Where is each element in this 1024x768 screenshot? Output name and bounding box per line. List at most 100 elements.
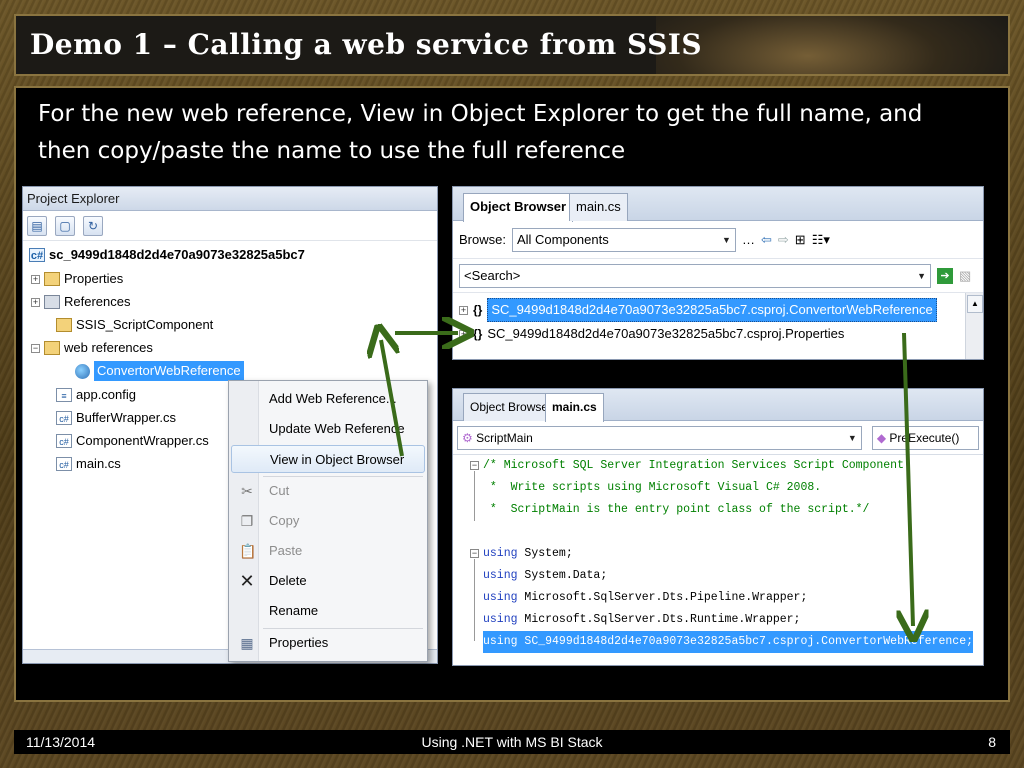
code-line: using System.Data; <box>483 565 607 587</box>
folder-icon <box>56 318 72 332</box>
context-menu: Add Web Reference... Update Web Referenc… <box>228 380 428 662</box>
tree-item-label: Properties <box>64 271 124 286</box>
class-select[interactable]: ⚙ ScriptMain ▼ <box>457 425 862 450</box>
menu-item-delete[interactable]: ✕ Delete <box>231 567 425 595</box>
search-go-icon[interactable]: ➔ <box>937 267 953 284</box>
method-icon: ◆ <box>876 430 887 445</box>
tree-item-componentwrapper[interactable]: c# ComponentWrapper.cs <box>56 431 209 451</box>
slide-content: For the new web reference, View in Objec… <box>14 86 1010 702</box>
code-keyword: using <box>483 613 518 626</box>
code-comment: * Write scripts using Microsoft Visual C… <box>483 481 822 494</box>
menu-item-paste[interactable]: 📋 Paste <box>231 537 425 565</box>
slide-title: Demo 1 – Calling a web service from SSIS <box>30 28 703 61</box>
search-input[interactable]: <Search> ▼ <box>459 263 931 288</box>
menu-item-copy[interactable]: ❐ Copy <box>231 507 425 535</box>
expand-icon[interactable]: + <box>459 305 468 315</box>
tree-item-web-references[interactable]: − web references <box>31 338 153 358</box>
tree-item-references[interactable]: + References <box>31 292 130 312</box>
back-arrow-icon[interactable]: ⇦ <box>761 232 772 248</box>
tree-item-label-selected: ConvertorWebReference <box>94 361 244 381</box>
tree-item-label: SSIS_ScriptComponent <box>76 317 214 332</box>
menu-item-properties[interactable]: ▦ Properties <box>231 629 425 657</box>
member-select[interactable]: ◆ PreExecute() <box>871 425 979 450</box>
code-keyword: using <box>483 591 518 604</box>
tab-object-browser[interactable]: Object Browser <box>463 193 574 222</box>
show-all-files-icon[interactable]: ▤ <box>27 216 47 236</box>
browse-scope-value: All Components <box>516 231 609 247</box>
scroll-up-icon[interactable]: ▲ <box>967 295 983 313</box>
code-text: System.Data; <box>517 569 608 582</box>
tree-item-app-config[interactable]: ≡ app.config <box>56 385 136 405</box>
editor-tabs: Object Browser main.cs <box>453 389 983 422</box>
tree-item-properties[interactable]: + Properties <box>31 269 123 289</box>
menu-item-update-web-reference[interactable]: Update Web Reference <box>231 415 425 443</box>
properties-icon[interactable]: ▢ <box>55 216 75 236</box>
code-text: Microsoft.SqlServer.Dts.Pipeline.Wrapper… <box>517 591 808 604</box>
browse-label: Browse: <box>459 232 506 247</box>
list-item-label: SC_9499d1848d2d4e70a9073e32825a5bc7.cspr… <box>487 326 845 341</box>
tree-item-label: BufferWrapper.cs <box>76 410 176 425</box>
forward-arrow-icon[interactable]: ⇨ <box>778 232 789 248</box>
tab-main-cs[interactable]: main.cs <box>545 393 604 422</box>
search-value: <Search> <box>464 267 521 283</box>
class-icon: ⚙ <box>462 430 473 445</box>
delete-x-icon: ✕ <box>239 571 255 591</box>
csharp-project-icon: c# <box>29 248 45 262</box>
code-line: * Write scripts using Microsoft Visual C… <box>483 477 821 499</box>
slide-title-bar: Demo 1 – Calling a web service from SSIS <box>14 14 1010 76</box>
collapse-region-icon[interactable]: − <box>470 461 479 470</box>
fold-guide <box>474 559 475 641</box>
member-select-value: PreExecute() <box>889 430 960 445</box>
menu-item-view-in-object-browser[interactable]: View in Object Browser <box>231 445 425 473</box>
csharp-file-icon: c# <box>56 411 72 425</box>
menu-item-cut[interactable]: ✂ Cut <box>231 477 425 505</box>
tree-item-ssis-scriptcomponent[interactable]: SSIS_ScriptComponent <box>56 315 213 335</box>
ellipsis-button[interactable]: … <box>742 232 755 247</box>
menu-item-label: Add Web Reference... <box>269 391 397 406</box>
clear-search-icon[interactable]: ▧ <box>959 268 971 284</box>
expand-icon[interactable]: + <box>31 274 40 284</box>
tree-item-project[interactable]: c# sc_9499d1848d2d4e70a9073e32825a5bc7 <box>29 245 305 265</box>
expand-icon[interactable]: + <box>459 329 468 339</box>
web-reference-globe-icon <box>75 363 90 379</box>
code-editor-panel: Object Browser main.cs ⚙ ScriptMain ▼ ◆ … <box>452 388 984 666</box>
settings-list-icon[interactable]: ☷▾ <box>812 232 830 248</box>
footer-title: Using .NET with MS BI Stack <box>421 734 603 750</box>
add-reference-icon[interactable]: ⊞ <box>795 232 806 248</box>
class-select-value: ScriptMain <box>476 430 533 445</box>
chevron-down-icon: ▼ <box>847 432 857 443</box>
tree-item-convertorwebreference[interactable]: ConvertorWebReference <box>75 361 244 381</box>
object-browser-list: + {} SC_9499d1848d2d4e70a9073e32825a5bc7… <box>453 293 983 359</box>
refresh-icon[interactable]: ↻ <box>83 216 103 236</box>
menu-item-label: Delete <box>269 573 307 588</box>
menu-item-label: Properties <box>269 635 329 650</box>
code-comment: * ScriptMain is the entry point class of… <box>483 503 870 516</box>
config-file-icon: ≡ <box>56 388 72 402</box>
intro-text: For the new web reference, View in Objec… <box>38 101 923 164</box>
code-text: System; <box>517 547 573 560</box>
copy-icon: ❐ <box>240 513 254 529</box>
list-item-convertorwebreference[interactable]: + {} SC_9499d1848d2d4e70a9073e32825a5bc7… <box>459 298 937 322</box>
expand-icon[interactable]: + <box>31 297 40 307</box>
tab-main-cs[interactable]: main.cs <box>569 193 628 221</box>
menu-item-label: Cut <box>269 483 290 498</box>
search-bar: <Search> ▼ ➔ ▧ <box>453 259 983 293</box>
menu-item-rename[interactable]: Rename <box>231 597 425 625</box>
tree-item-main-cs[interactable]: c# main.cs <box>56 454 121 474</box>
vertical-scrollbar[interactable]: ▲ <box>965 293 983 359</box>
menu-item-add-web-reference[interactable]: Add Web Reference... <box>231 385 425 413</box>
collapse-region-icon[interactable]: − <box>470 549 479 558</box>
chevron-down-icon: ▼ <box>722 234 731 245</box>
project-name: sc_9499d1848d2d4e70a9073e32825a5bc7 <box>49 247 305 262</box>
chevron-down-icon: ▼ <box>917 270 926 281</box>
browse-bar: Browse: All Components ▼ … ⇦ ⇨ ⊞ ☷▾ <box>453 221 983 259</box>
tree-item-bufferwrapper[interactable]: c# BufferWrapper.cs <box>56 408 176 428</box>
list-item-label-selected: SC_9499d1848d2d4e70a9073e32825a5bc7.cspr… <box>487 298 937 322</box>
collapse-icon[interactable]: − <box>31 343 40 353</box>
scissors-icon: ✂ <box>241 483 253 499</box>
code-keyword: using <box>483 635 518 648</box>
browse-scope-select[interactable]: All Components ▼ <box>511 227 736 252</box>
csharp-file-icon: c# <box>56 457 72 471</box>
list-item-properties[interactable]: + {} SC_9499d1848d2d4e70a9073e32825a5bc7… <box>459 323 844 345</box>
editor-navigation-bar: ⚙ ScriptMain ▼ ◆ PreExecute() <box>453 421 983 455</box>
